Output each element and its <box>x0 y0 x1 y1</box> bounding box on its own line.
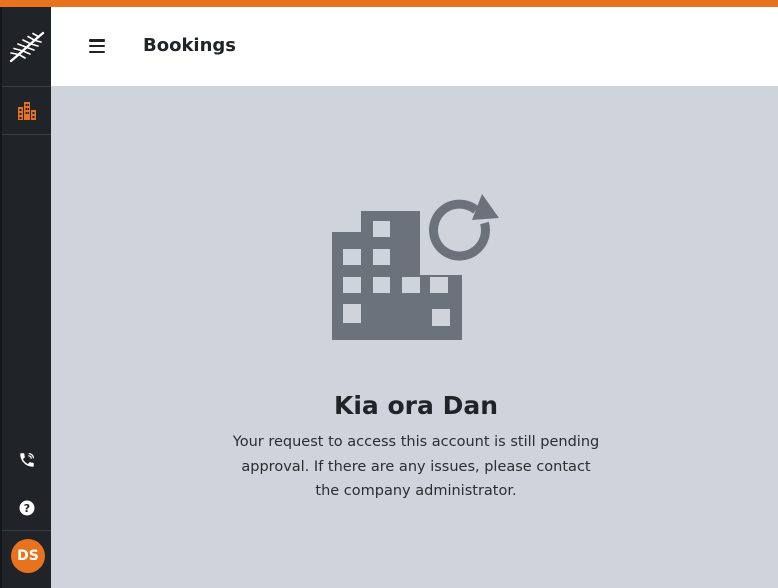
app-logo[interactable] <box>2 7 51 87</box>
top-accent-bar <box>0 0 778 7</box>
hamburger-icon-bar-top <box>89 39 105 42</box>
sidebar-item-contact[interactable] <box>2 443 51 477</box>
user-avatar[interactable]: DS <box>11 539 45 573</box>
pending-approval-message: Your request to access this account is s… <box>232 434 600 499</box>
sidebar-divider <box>2 530 51 531</box>
page-title: Bookings <box>143 35 237 56</box>
building-refresh-icon <box>332 193 499 340</box>
sidebar-item-help[interactable]: ? <box>2 493 51 523</box>
menu-toggle-button[interactable] <box>87 36 107 56</box>
top-header: Bookings <box>51 7 778 86</box>
hamburger-icon-bar-bottom <box>89 50 105 53</box>
fern-logo-icon <box>9 31 44 62</box>
hamburger-icon-bar-middle <box>89 44 105 48</box>
svg-text:?: ? <box>23 502 29 515</box>
main-content: Kia ora Dan Your request to access this … <box>51 86 778 588</box>
phone-icon <box>19 452 34 467</box>
greeting-heading: Kia ora Dan <box>333 391 498 420</box>
sidebar: ? DS <box>0 7 51 588</box>
building-icon <box>17 101 36 120</box>
sidebar-item-bookings[interactable] <box>2 87 51 135</box>
help-icon: ? <box>19 500 34 516</box>
